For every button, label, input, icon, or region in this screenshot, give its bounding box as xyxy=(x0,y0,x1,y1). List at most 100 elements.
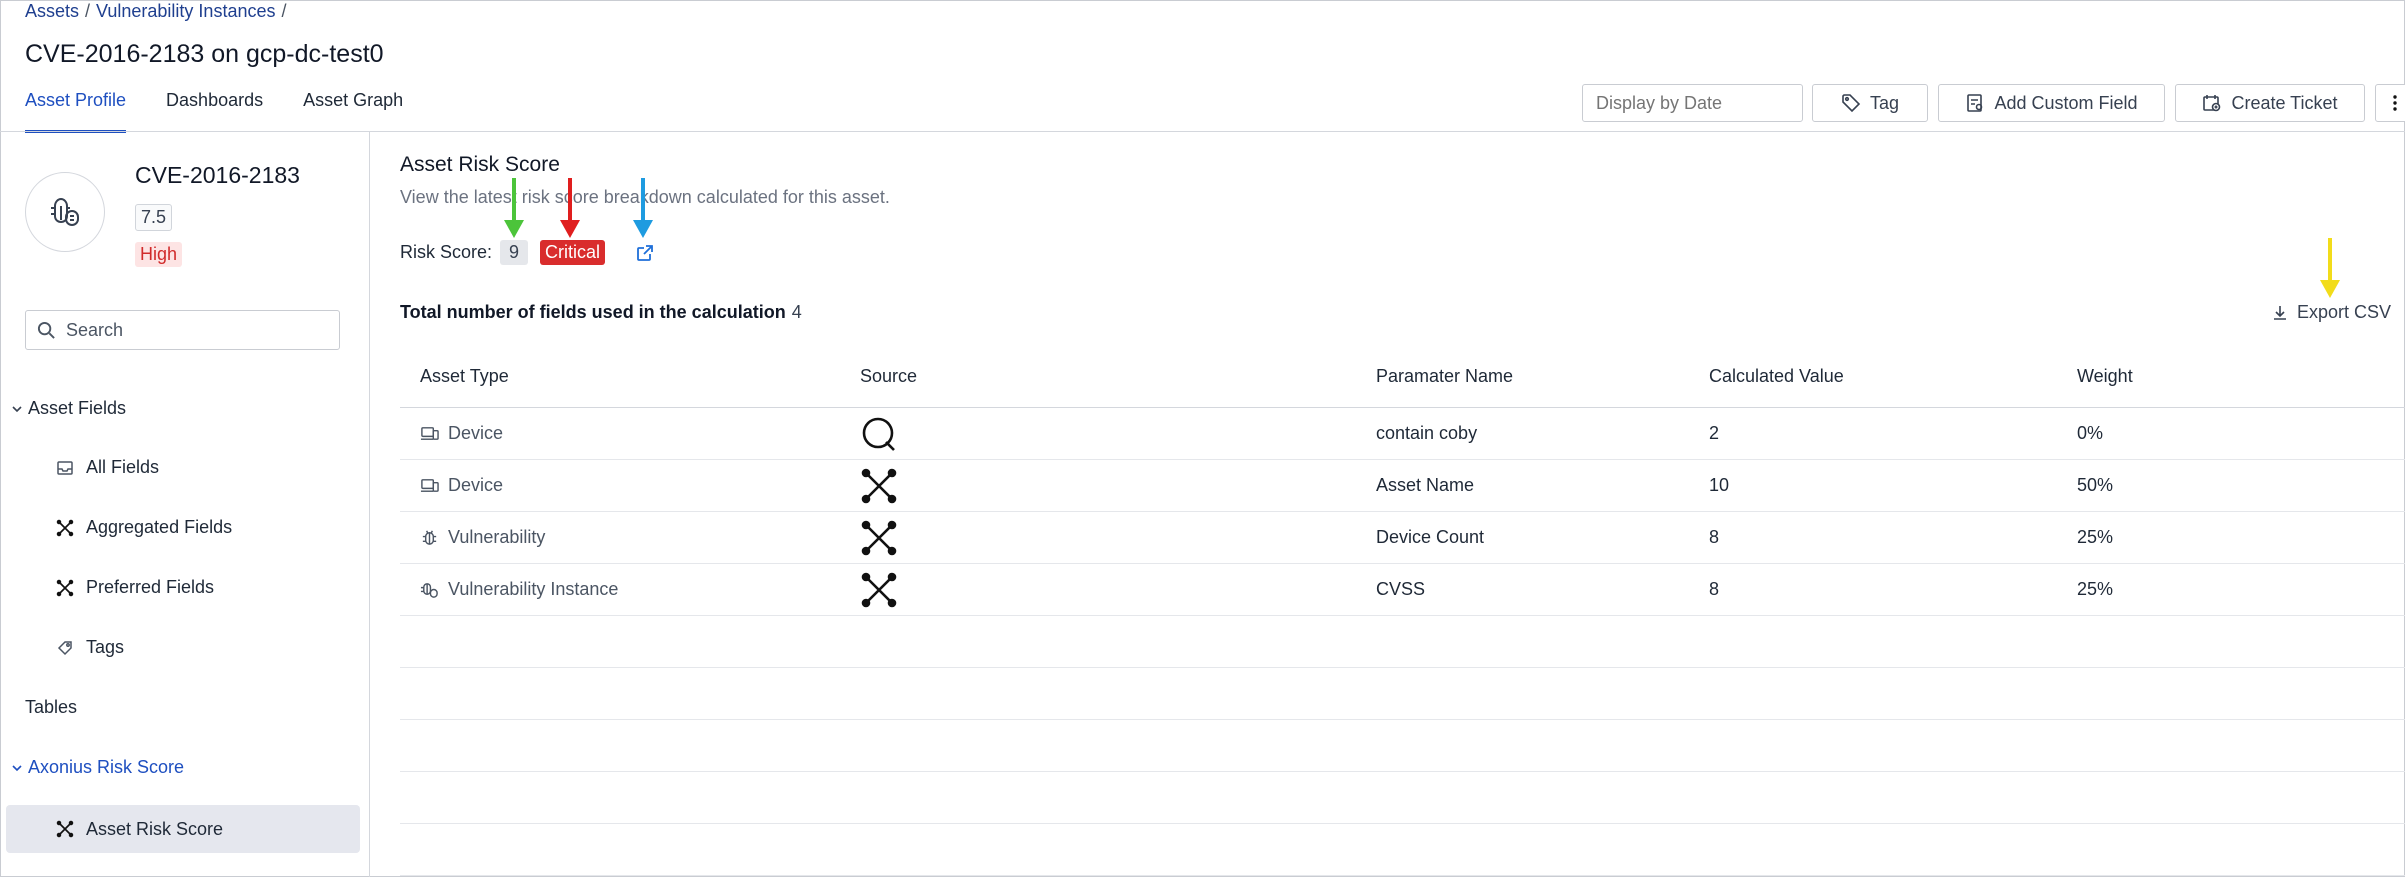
empty-table-row xyxy=(400,616,2405,668)
chevron-down-icon xyxy=(12,764,22,771)
header-parameter-name: Paramater Name xyxy=(1376,366,1514,386)
bug-instance-icon xyxy=(420,583,438,598)
cvss-score-chip: 7.5 xyxy=(135,204,173,231)
calculated-value-cell: 2 xyxy=(1709,423,1720,443)
search-input[interactable] xyxy=(66,319,326,341)
source-cell xyxy=(860,564,898,615)
source-cell xyxy=(860,512,898,563)
annotation-arrow-red xyxy=(560,178,580,238)
tag-button[interactable]: Tag xyxy=(1812,84,1928,122)
add-custom-field-button[interactable]: Add Custom Field xyxy=(1938,84,2165,122)
table-header: Asset Type Source Paramater Name Calcula… xyxy=(400,346,2405,408)
risk-score-label: Risk Score: xyxy=(400,242,493,262)
risk-score-value: 9 xyxy=(500,240,529,265)
sidebar-item-aggregated-fields[interactable]: Aggregated Fields xyxy=(56,517,232,538)
ticket-icon xyxy=(2203,95,2221,112)
tab-asset-graph[interactable]: Asset Graph xyxy=(303,90,403,133)
custom-field-icon xyxy=(1967,94,1983,112)
add-custom-field-label: Add Custom Field xyxy=(1994,92,2138,113)
empty-table-row xyxy=(400,772,2405,824)
header-source: Source xyxy=(860,366,918,386)
vulnerability-instance-icon xyxy=(51,197,79,226)
axonius-x-icon xyxy=(56,820,74,838)
chevron-down-icon xyxy=(12,405,22,412)
bug-icon xyxy=(422,530,437,545)
asset-fields-group[interactable]: Asset Fields xyxy=(10,398,126,419)
sidebar-item-tags[interactable]: Tags xyxy=(56,637,124,658)
export-csv-button[interactable]: Export CSV xyxy=(2271,302,2391,323)
total-fields-count: 4 xyxy=(791,302,802,322)
annotation-arrow-yellow xyxy=(2320,238,2340,298)
asset-avatar xyxy=(25,172,105,252)
tables-group[interactable]: Tables xyxy=(25,697,77,718)
total-fields-label: Total number of fields used in the calcu… xyxy=(400,302,786,322)
main-content: Asset Risk Score View the latest risk sc… xyxy=(371,132,2405,877)
weight-cell: 0% xyxy=(2077,423,2104,443)
parameter-name-cell: contain coby xyxy=(1376,423,1478,443)
empty-table-row xyxy=(400,668,2405,720)
annotation-arrow-green xyxy=(504,178,524,238)
tab-bar: Asset Profile Dashboards Asset Graph xyxy=(25,90,443,133)
weight-cell: 25% xyxy=(2077,527,2114,547)
asset-type-cell: Vulnerability xyxy=(420,512,545,563)
preferred-fields-label: Preferred Fields xyxy=(86,577,215,597)
sidebar: CVE-2016-2183 7.5 High Asset Fields All … xyxy=(0,132,370,877)
sidebar-search xyxy=(25,310,340,350)
tag-icon xyxy=(1842,94,1861,113)
aggregated-fields-label: Aggregated Fields xyxy=(86,517,233,537)
table-row: Vulnerability Instance CVSS 8 25% xyxy=(400,564,2405,616)
axonius-risk-score-label: Axonius Risk Score xyxy=(28,757,185,777)
empty-table-row xyxy=(400,824,2405,876)
header-calculated-value: Calculated Value xyxy=(1709,366,1844,386)
calculated-value-cell: 8 xyxy=(1709,527,1720,547)
device-icon xyxy=(420,427,439,440)
sidebar-item-all-fields[interactable]: All Fields xyxy=(56,457,159,478)
asset-type-cell: Device xyxy=(420,408,503,459)
export-csv-label: Export CSV xyxy=(2297,302,2392,322)
download-icon xyxy=(2274,305,2286,320)
tab-asset-profile[interactable]: Asset Profile xyxy=(25,90,127,133)
breadcrumb-vulnerability-instances[interactable]: Vulnerability Instances xyxy=(96,1,275,22)
breadcrumb-assets[interactable]: Assets xyxy=(25,1,79,22)
axonius-x-icon xyxy=(861,468,897,503)
breadcrumb-separator: / xyxy=(281,1,287,21)
search-icon xyxy=(37,321,55,339)
axonius-x-icon xyxy=(56,579,74,596)
tab-dashboards[interactable]: Dashboards xyxy=(166,90,263,133)
section-title: Asset Risk Score xyxy=(400,153,560,176)
asset-type-cell: Vulnerability Instance xyxy=(420,564,618,615)
sidebar-item-preferred-fields[interactable]: Preferred Fields xyxy=(56,577,214,598)
source-cell xyxy=(860,408,898,459)
weight-cell: 25% xyxy=(2077,579,2114,599)
calculated-value-cell: 10 xyxy=(1709,475,1730,495)
severity-badge: High xyxy=(135,242,183,267)
asset-type-label: Device xyxy=(448,475,504,495)
axonius-x-icon xyxy=(56,519,74,536)
create-ticket-button[interactable]: Create Ticket xyxy=(2175,84,2365,122)
empty-table-row xyxy=(400,720,2405,772)
external-link-icon[interactable] xyxy=(635,243,655,263)
risk-score-row: Risk Score: 9 Critical xyxy=(400,240,655,265)
calculated-value-cell: 8 xyxy=(1709,579,1720,599)
more-options-button[interactable] xyxy=(2375,84,2405,122)
table-row: Device Asset Name 10 50% xyxy=(400,460,2405,512)
sidebar-item-asset-risk-score[interactable]: Asset Risk Score xyxy=(6,805,360,853)
axonius-x-icon xyxy=(861,572,897,607)
tags-label: Tags xyxy=(86,637,125,657)
tags-icon xyxy=(57,640,72,655)
asset-name: CVE-2016-2183 xyxy=(135,162,300,188)
table-row: Vulnerability Device Count 8 25% xyxy=(400,512,2405,564)
tables-label: Tables xyxy=(25,697,78,717)
breadcrumb-separator: / xyxy=(85,1,91,21)
all-fields-label: All Fields xyxy=(86,457,160,477)
tag-button-label: Tag xyxy=(1869,92,1900,113)
inbox-icon xyxy=(57,460,73,475)
axonius-risk-score-group[interactable]: Axonius Risk Score xyxy=(10,757,184,778)
display-by-date-input[interactable] xyxy=(1582,84,1803,122)
page-title: CVE-2016-2183 on gcp-dc-test0 xyxy=(25,40,384,68)
asset-type-label: Vulnerability Instance xyxy=(448,579,619,599)
asset-type-label: Vulnerability xyxy=(448,527,546,547)
header-asset-type: Asset Type xyxy=(420,366,509,386)
breadcrumb: Assets / Vulnerability Instances / xyxy=(25,1,287,22)
source-cell xyxy=(860,460,898,511)
